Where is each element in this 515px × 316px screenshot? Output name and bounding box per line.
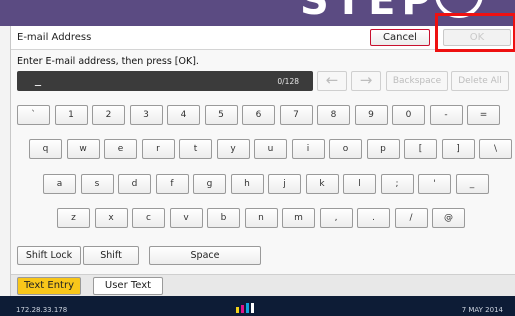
char-counter: 0/128 [277, 77, 299, 86]
email-entry-field[interactable]: _ 0/128 [17, 71, 313, 91]
keyboard-key[interactable]: s [80, 174, 114, 194]
cursor-left-button[interactable]: ← [317, 71, 347, 91]
banner-step-text: STEP [300, 0, 437, 24]
shift-key[interactable]: Shift [83, 246, 139, 265]
dialog-titlebar: E-mail Address Cancel OK [11, 13, 515, 52]
keyboard-key[interactable]: k [305, 174, 339, 194]
keyboard-key[interactable]: r [141, 139, 175, 159]
status-bar: 172.28.33.178 7 MAY 2014 [0, 296, 515, 316]
keyboard-key[interactable]: b [207, 208, 240, 228]
keyboard-key[interactable]: 9 [354, 105, 388, 125]
keyboard-key[interactable]: ` [17, 105, 50, 125]
keyboard-key[interactable]: o [329, 139, 362, 159]
keyboard-key[interactable]: z [57, 208, 90, 228]
keyboard-key[interactable]: = [467, 105, 500, 125]
keyboard-key[interactable]: p [366, 139, 400, 159]
keyboard-key[interactable]: ] [441, 139, 475, 159]
keyboard-key[interactable]: v [169, 208, 203, 228]
delete-all-button[interactable]: Delete All [451, 71, 509, 91]
keyboard-key[interactable]: x [94, 208, 128, 228]
tab-user-text[interactable]: User Text [93, 277, 163, 295]
keyboard-key[interactable]: g [193, 174, 226, 194]
ip-address: 172.28.33.178 [16, 306, 68, 314]
keyboard-key[interactable]: 3 [129, 105, 163, 125]
keyboard-key[interactable]: d [118, 174, 151, 194]
keyboard-key[interactable]: ' [418, 174, 451, 194]
status-date: 7 MAY 2014 [461, 306, 503, 314]
keyboard-key[interactable]: , [319, 208, 353, 228]
keyboard-key[interactable]: - [429, 105, 463, 125]
keyboard-key[interactable]: 2 [92, 105, 125, 125]
keyboard-key[interactable]: h [230, 174, 264, 194]
entry-cursor: _ [35, 72, 41, 86]
toner-level-icon [236, 303, 256, 313]
keyboard-key[interactable]: . [357, 208, 390, 228]
keyboard-key[interactable]: n [244, 208, 278, 228]
cancel-button[interactable]: Cancel [370, 29, 430, 46]
cursor-right-button[interactable]: → [351, 71, 381, 91]
email-address-dialog: E-mail Address Cancel OK Enter E-mail ad… [10, 13, 515, 296]
tab-bar: Text Entry User Text [11, 274, 515, 296]
keyboard-key[interactable]: 4 [167, 105, 200, 125]
keyboard-key[interactable]: q [29, 139, 62, 159]
keyboard-key[interactable]: i [291, 139, 325, 159]
instruction-text: Enter E-mail address, then press [OK]. [17, 56, 199, 67]
keyboard-key[interactable]: 5 [204, 105, 238, 125]
keyboard-key[interactable]: 1 [54, 105, 88, 125]
keyboard-key[interactable]: a [43, 174, 76, 194]
keyboard-key[interactable]: \ [479, 139, 512, 159]
keyboard-key[interactable]: ; [380, 174, 414, 194]
keyboard-key[interactable]: l [343, 174, 376, 194]
keyboard-key[interactable]: @ [432, 208, 465, 228]
backspace-button[interactable]: Backspace [386, 71, 448, 91]
keyboard-key[interactable]: c [132, 208, 165, 228]
ok-highlight-box [435, 13, 515, 52]
keyboard-key[interactable]: f [155, 174, 189, 194]
keyboard-key[interactable]: / [394, 208, 428, 228]
keyboard-key[interactable]: 6 [242, 105, 275, 125]
dialog-title: E-mail Address [17, 32, 92, 43]
keyboard-key[interactable]: 7 [279, 105, 313, 125]
space-key[interactable]: Space [149, 246, 261, 265]
keyboard-key[interactable]: u [254, 139, 287, 159]
keyboard-key[interactable]: t [179, 139, 212, 159]
keyboard-key[interactable]: w [66, 139, 100, 159]
keyboard-key[interactable]: e [104, 139, 137, 159]
keyboard-key[interactable]: m [282, 208, 315, 228]
tab-text-entry[interactable]: Text Entry [17, 277, 81, 295]
keyboard-key[interactable]: y [216, 139, 250, 159]
keyboard-key[interactable]: _ [455, 174, 489, 194]
keyboard-key[interactable]: j [268, 174, 301, 194]
keyboard-key[interactable]: 0 [392, 105, 425, 125]
keyboard-key[interactable]: 8 [317, 105, 350, 125]
shift-lock-key[interactable]: Shift Lock [17, 246, 81, 265]
keyboard-key[interactable]: [ [404, 139, 437, 159]
